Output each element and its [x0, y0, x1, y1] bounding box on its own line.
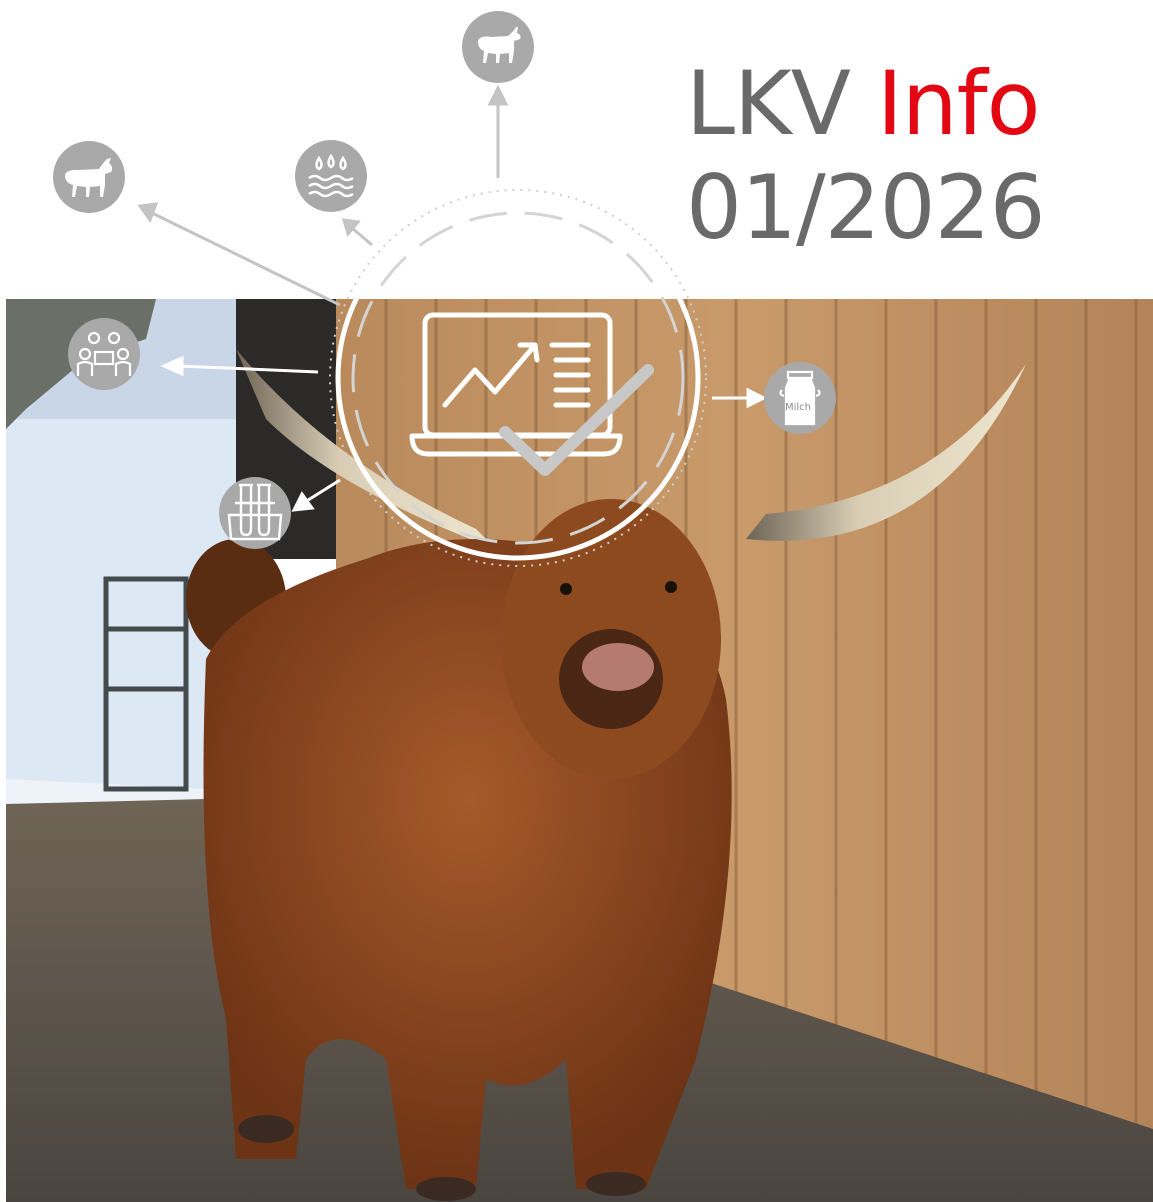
milk-can-icon: Milch: [764, 362, 836, 434]
cover-photo: [6, 299, 1153, 1202]
issue-title: LKV Info 01/2026: [686, 52, 1106, 260]
brand-name: LKV: [686, 52, 851, 155]
goat-icon-2: [53, 141, 125, 213]
goat-icon: [462, 11, 534, 83]
arrow-water: [351, 226, 373, 247]
brand-highlight: Info: [876, 52, 1041, 155]
milk-can-label: Milch: [785, 402, 812, 413]
arrow-up-left: [149, 210, 341, 307]
test-tubes-icon: [219, 477, 291, 549]
issue-number: 01/2026: [686, 156, 1046, 259]
meeting-people-icon: [68, 318, 140, 390]
water-drops-icon: [295, 140, 367, 212]
